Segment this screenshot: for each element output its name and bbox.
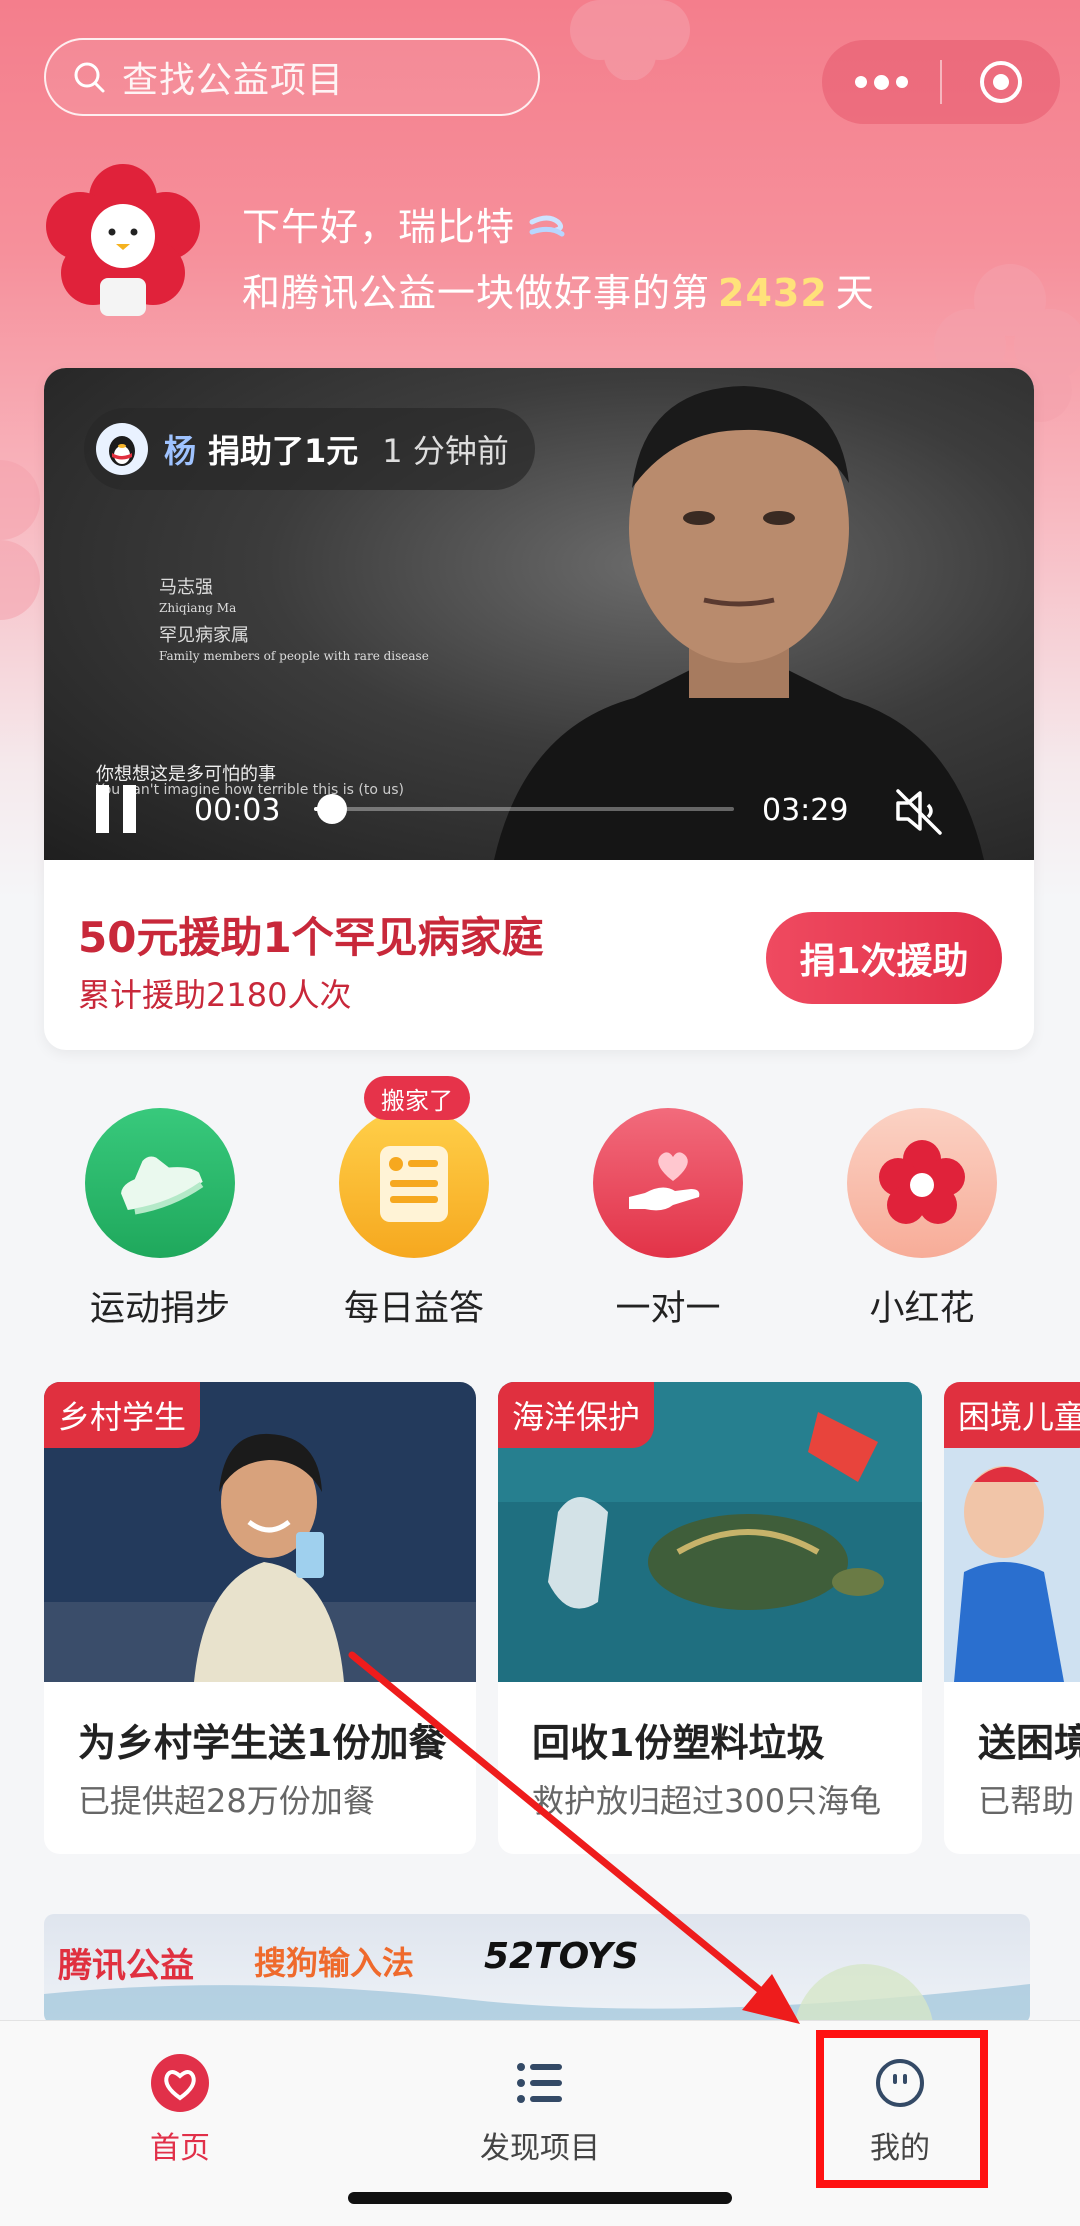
- more-dot-icon: [854, 76, 867, 88]
- quick-action-label: 每日益答: [343, 1289, 484, 1329]
- featured-project-card[interactable]: 杨 捐助了1元 1 分钟前 马志强 Zhiqiang Ma 罕见病家属 Fami…: [44, 368, 1034, 1050]
- days-count: 2432: [718, 271, 828, 315]
- close-miniprogram-button[interactable]: [942, 58, 1060, 106]
- donate-button[interactable]: 捐1次援助: [766, 912, 1002, 1004]
- video-controls: 00:03 03:29: [44, 763, 1034, 843]
- video-player[interactable]: 杨 捐助了1元 1 分钟前 马志强 Zhiqiang Ma 罕见病家属 Fami…: [44, 368, 1034, 860]
- quick-action-label: 小红花: [869, 1289, 975, 1329]
- donor-name: 杨: [164, 432, 197, 470]
- caption-name-cn: 马志强: [159, 577, 213, 598]
- donation-time: 1 分钟前: [382, 432, 509, 470]
- sneaker-icon: [85, 1108, 235, 1258]
- mute-button[interactable]: [890, 783, 946, 839]
- caption-role-en: Family members of people with rare disea…: [159, 649, 429, 663]
- brand-sogou: 搜狗输入法: [254, 1944, 415, 1982]
- pause-icon: [123, 785, 136, 833]
- brand-tencent-charity: 腾讯公益: [58, 1946, 194, 1986]
- project-card-subtitle: 已提供超28万份加餐: [78, 1782, 375, 1820]
- wind-emoji-icon: [529, 215, 565, 237]
- heart-hand-icon: [593, 1108, 743, 1258]
- greeting-line: 下午好，瑞比特: [242, 196, 572, 251]
- quick-action-label: 运动捐步: [89, 1289, 230, 1329]
- quick-action-one-on-one[interactable]: 一对一: [588, 1108, 748, 1331]
- list-icon: [508, 2051, 572, 2115]
- project-card[interactable]: 困境儿童 送困境 已帮助: [944, 1382, 1080, 1854]
- donor-avatar: [96, 423, 148, 475]
- category-tag: 海洋保护: [498, 1382, 655, 1448]
- more-button[interactable]: [822, 40, 940, 124]
- progress-knob[interactable]: [317, 794, 348, 824]
- more-dot-icon: [895, 76, 908, 88]
- days-counter-line: 和腾讯公益一块做好事的第 2432 天: [242, 262, 875, 317]
- current-time: 00:03: [194, 793, 281, 828]
- target-close-icon: [980, 61, 1022, 103]
- category-tag: 乡村学生: [44, 1382, 201, 1448]
- brand-52toys: 52TOYS: [484, 1936, 639, 1977]
- tab-label: 首页: [150, 2131, 210, 2166]
- quick-action-red-flower[interactable]: 小红花: [842, 1108, 1002, 1331]
- search-placeholder: 查找公益项目: [122, 60, 345, 101]
- sponsor-banner[interactable]: 腾讯公益 搜狗输入法 52TOYS: [44, 1914, 1030, 2024]
- home-heart-icon: [148, 2051, 212, 2115]
- home-indicator: [348, 2192, 732, 2204]
- project-card-subtitle: 已帮助: [978, 1782, 1075, 1820]
- project-card-title: 回收1份塑料垃圾: [532, 1721, 825, 1765]
- annotation-highlight-box: [816, 2030, 988, 2188]
- qq-penguin-icon: [109, 436, 135, 466]
- tab-home[interactable]: 首页: [70, 2051, 290, 2167]
- quick-action-label: 一对一: [615, 1289, 721, 1329]
- search-bar[interactable]: 查找公益项目: [44, 38, 540, 116]
- greeting-text: 下午好，瑞比特: [242, 205, 516, 249]
- miniprogram-capsule: [822, 40, 1060, 124]
- tab-discover[interactable]: 发现项目: [430, 2051, 650, 2167]
- search-icon: [74, 62, 105, 93]
- caption-name-en: Zhiqiang Ma: [159, 601, 237, 615]
- project-card-subtitle: 救护放归超过300只海龟: [532, 1782, 882, 1820]
- duration: 03:29: [762, 793, 849, 828]
- pause-button[interactable]: [96, 785, 136, 833]
- pause-icon: [96, 785, 109, 833]
- project-card[interactable]: 海洋保护 回收1份塑料垃圾 救护放归超过300只海龟: [498, 1382, 922, 1854]
- category-tag: 困境儿童: [944, 1382, 1080, 1448]
- more-dot-icon: [873, 74, 889, 90]
- quick-action-steps[interactable]: 运动捐步: [80, 1108, 240, 1331]
- project-card-title: 为乡村学生送1份加餐: [78, 1721, 447, 1765]
- project-title: 50元援助1个罕见病家庭: [78, 913, 544, 962]
- project-card[interactable]: 乡村学生 为乡村学生送1份加餐 已提供超28万份加餐: [44, 1382, 476, 1854]
- quick-action-quiz[interactable]: 每日益答: [334, 1108, 494, 1331]
- quiz-notebook-icon: [339, 1108, 489, 1258]
- red-flower-icon: [847, 1108, 997, 1258]
- caption-role-cn: 罕见病家属: [159, 625, 249, 646]
- days-prefix: 和腾讯公益一块做好事的第: [242, 271, 711, 315]
- project-subtitle: 累计援助2180人次: [78, 976, 352, 1014]
- recent-donation-pill: 杨 捐助了1元 1 分钟前: [84, 408, 535, 490]
- tab-label: 发现项目: [480, 2131, 600, 2166]
- video-caption: 马志强 Zhiqiang Ma 罕见病家属 Family members of …: [159, 573, 429, 663]
- days-suffix: 天: [835, 271, 875, 315]
- progress-track[interactable]: [314, 807, 734, 811]
- project-card-title: 送困境: [978, 1721, 1080, 1765]
- flower-decoration: [570, 0, 690, 80]
- donor-action: 捐助了1元: [208, 432, 359, 470]
- moved-badge: 搬家了: [364, 1076, 470, 1120]
- avatar[interactable]: [38, 158, 208, 318]
